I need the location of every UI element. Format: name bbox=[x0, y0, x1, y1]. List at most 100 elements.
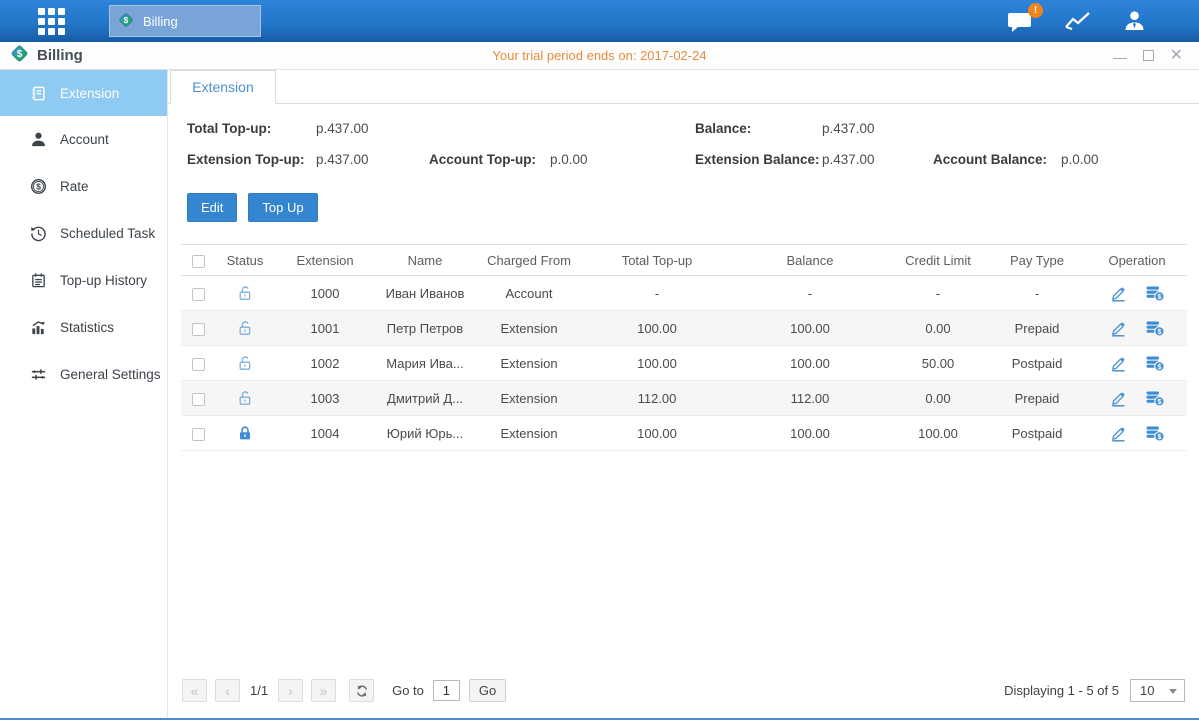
cell-total-topup: 112.00 bbox=[583, 381, 731, 416]
action-buttons: Edit Top Up bbox=[187, 193, 1186, 222]
extension-topup-label: Extension Top-up: bbox=[187, 152, 316, 167]
table-row: 1002Мария Ива...Extension100.00100.0050.… bbox=[181, 346, 1187, 381]
next-page-button[interactable]: › bbox=[278, 679, 303, 702]
first-page-button[interactable]: « bbox=[182, 679, 207, 702]
taskbar-tab-billing[interactable]: $ Billing bbox=[109, 5, 261, 37]
cell-credit-limit: 0.00 bbox=[889, 381, 987, 416]
notebook-icon bbox=[30, 272, 47, 289]
cell-balance: - bbox=[731, 276, 889, 311]
topup-icon[interactable]: $ bbox=[1145, 319, 1165, 337]
cell-name: Мария Ива... bbox=[375, 346, 475, 381]
edit-button[interactable]: Edit bbox=[187, 193, 237, 222]
cell-name: Дмитрий Д... bbox=[375, 381, 475, 416]
cell-name: Петр Петров bbox=[375, 311, 475, 346]
sidebar-item-top-up-history[interactable]: Top-up History bbox=[0, 257, 167, 304]
account-balance-label: Account Balance: bbox=[933, 152, 1061, 167]
edit-icon[interactable] bbox=[1109, 390, 1127, 407]
lock-open-icon bbox=[237, 390, 253, 407]
maximize-button[interactable] bbox=[1143, 50, 1154, 61]
select-all-checkbox[interactable] bbox=[192, 255, 205, 268]
extension-table-body: 1000Иван ИвановAccount----$1001Петр Петр… bbox=[181, 276, 1187, 451]
row-checkbox[interactable] bbox=[192, 428, 205, 441]
lock-open-icon bbox=[237, 320, 253, 337]
column-header-extension: Extension bbox=[275, 245, 375, 276]
refresh-icon[interactable] bbox=[349, 679, 374, 702]
edit-icon[interactable] bbox=[1109, 320, 1127, 337]
sidebar-item-scheduled-task[interactable]: Scheduled Task bbox=[0, 210, 167, 257]
app-launcher-grid-icon[interactable] bbox=[38, 8, 65, 35]
main-content: Extension Total Top-up: p.437.00 Balance… bbox=[168, 70, 1199, 718]
extension-table: StatusExtensionNameCharged FromTotal Top… bbox=[181, 244, 1187, 451]
cell-credit-limit: 100.00 bbox=[889, 416, 987, 451]
cell-extension: 1003 bbox=[275, 381, 375, 416]
edit-icon[interactable] bbox=[1109, 425, 1127, 442]
row-checkbox[interactable] bbox=[192, 288, 205, 301]
messages-icon[interactable]: ! bbox=[1007, 10, 1034, 33]
topup-icon[interactable]: $ bbox=[1145, 354, 1165, 372]
sidebar-item-label: Account bbox=[60, 132, 109, 147]
cell-pay-type: Prepaid bbox=[987, 311, 1087, 346]
extension-balance-label: Extension Balance: bbox=[695, 152, 822, 167]
cell-extension: 1002 bbox=[275, 346, 375, 381]
tab-extension[interactable]: Extension bbox=[170, 70, 276, 104]
cell-pay-type: Postpaid bbox=[987, 416, 1087, 451]
last-page-button[interactable]: » bbox=[311, 679, 336, 702]
sidebar-item-account[interactable]: Account bbox=[0, 116, 167, 163]
cell-total-topup: 100.00 bbox=[583, 416, 731, 451]
topup-icon[interactable]: $ bbox=[1145, 424, 1165, 442]
topup-button[interactable]: Top Up bbox=[248, 193, 317, 222]
topup-icon[interactable]: $ bbox=[1145, 389, 1165, 407]
balance-label: Balance: bbox=[695, 121, 822, 136]
sidebar-item-statistics[interactable]: Statistics bbox=[0, 304, 167, 351]
table-row: 1001Петр ПетровExtension100.00100.000.00… bbox=[181, 311, 1187, 346]
page-indicator: 1/1 bbox=[250, 683, 268, 698]
cell-extension: 1001 bbox=[275, 311, 375, 346]
cell-charged-from: Extension bbox=[475, 311, 583, 346]
cell-total-topup: - bbox=[583, 276, 731, 311]
edit-icon[interactable] bbox=[1109, 355, 1127, 372]
edit-icon[interactable] bbox=[1109, 285, 1127, 302]
cell-credit-limit: 50.00 bbox=[889, 346, 987, 381]
sidebar-item-rate[interactable]: $Rate bbox=[0, 163, 167, 210]
row-checkbox[interactable] bbox=[192, 358, 205, 371]
user-account-icon[interactable] bbox=[1122, 9, 1147, 33]
row-checkbox[interactable] bbox=[192, 323, 205, 336]
clock-history-icon bbox=[30, 225, 47, 242]
cell-balance: 112.00 bbox=[731, 381, 889, 416]
minimize-button[interactable] bbox=[1113, 52, 1127, 59]
sidebar-item-label: Statistics bbox=[60, 320, 114, 335]
balance-value: p.437.00 bbox=[822, 121, 933, 136]
sidebar-item-extension[interactable]: Extension bbox=[0, 70, 167, 116]
taskbar-tab-label: Billing bbox=[143, 14, 178, 29]
ledger-icon bbox=[30, 85, 47, 102]
prev-page-button[interactable]: ‹ bbox=[215, 679, 240, 702]
column-header-name: Name bbox=[375, 245, 475, 276]
billing-diamond-icon: $ bbox=[118, 12, 134, 31]
row-checkbox[interactable] bbox=[192, 393, 205, 406]
topup-icon[interactable]: $ bbox=[1145, 284, 1165, 302]
close-button[interactable]: ✕ bbox=[1170, 50, 1183, 61]
cell-balance: 100.00 bbox=[731, 346, 889, 381]
goto-label: Go to bbox=[392, 683, 424, 698]
svg-text:$: $ bbox=[17, 49, 23, 60]
cell-balance: 100.00 bbox=[731, 311, 889, 346]
window-title: $ Billing bbox=[10, 44, 83, 67]
goto-page-input[interactable] bbox=[433, 680, 460, 701]
account-topup-value: p.0.00 bbox=[550, 152, 695, 167]
cell-total-topup: 100.00 bbox=[583, 311, 731, 346]
cell-charged-from: Account bbox=[475, 276, 583, 311]
sidebar-item-label: Top-up History bbox=[60, 273, 147, 288]
svg-text:$: $ bbox=[36, 182, 41, 192]
person-icon bbox=[30, 131, 47, 148]
resource-monitor-icon[interactable] bbox=[1064, 10, 1092, 32]
table-row: 1003Дмитрий Д...Extension112.00112.000.0… bbox=[181, 381, 1187, 416]
sidebar-item-general-settings[interactable]: General Settings bbox=[0, 351, 167, 398]
go-button[interactable]: Go bbox=[469, 679, 506, 702]
column-header-total-top-up: Total Top-up bbox=[583, 245, 731, 276]
column-header-credit-limit: Credit Limit bbox=[889, 245, 987, 276]
dollar-circle-icon: $ bbox=[30, 178, 47, 195]
page-size-select[interactable]: 10 bbox=[1130, 679, 1185, 702]
column-header-status: Status bbox=[215, 245, 275, 276]
tab-strip: Extension bbox=[168, 70, 1199, 104]
displaying-text: Displaying 1 - 5 of 5 bbox=[1004, 683, 1119, 698]
